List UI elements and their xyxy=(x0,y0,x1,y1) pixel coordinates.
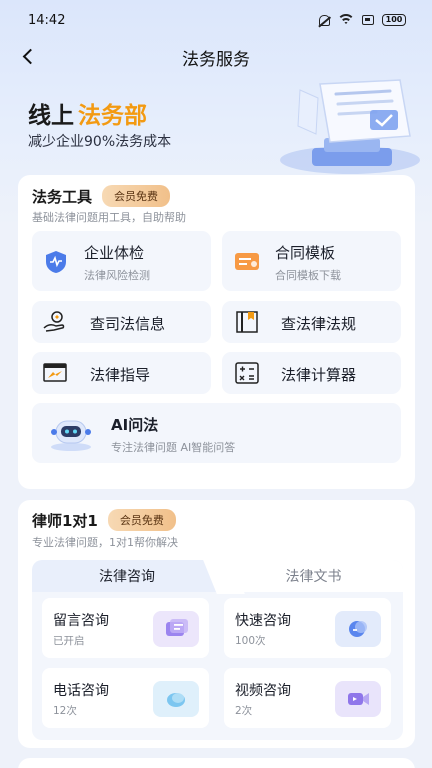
quick-consult-count: 100次 xyxy=(235,635,266,647)
legal-document-illustration xyxy=(272,76,422,176)
mute-bell-icon xyxy=(319,14,330,26)
message-consult-item[interactable]: 留言咨询 已开启 xyxy=(42,598,209,658)
contract-template-icon xyxy=(234,250,260,274)
laws-label: 查法律法规 xyxy=(281,315,357,333)
calculator-icon xyxy=(234,361,260,385)
laws-tile[interactable]: 查法律法规 xyxy=(222,301,401,343)
sim-icon xyxy=(362,15,374,25)
lawyer-header: 律师1对1 会员免费 xyxy=(32,509,176,531)
hand-coin-icon xyxy=(42,310,68,334)
legal-tools-header: 法务工具 会员免费 xyxy=(32,185,171,207)
ai-legal-qa-sub: 专注法律问题 AI智能问答 xyxy=(111,441,236,454)
video-consult-item[interactable]: 视频咨询 2次 xyxy=(224,668,391,728)
phone-icon xyxy=(153,681,199,717)
quick-consult-icon xyxy=(335,611,381,647)
contract-template-label: 合同模板 xyxy=(275,244,336,262)
next-section-card xyxy=(18,758,415,768)
legal-calculator-label: 法律计算器 xyxy=(281,366,357,384)
phone-consult-count: 12次 xyxy=(53,705,77,717)
nav-bar: 法务服务 xyxy=(0,40,432,72)
legal-guidance-tile[interactable]: 法律指导 xyxy=(32,352,211,394)
battery-icon: 100 xyxy=(382,14,406,26)
video-consult-count: 2次 xyxy=(235,705,253,717)
lawyer-one-on-one-card: 律师1对1 会员免费 专业法律问题，1对1帮你解决 法律咨询 法律文书 留言咨询… xyxy=(18,500,415,748)
banner-title: 线上 法务部 xyxy=(28,96,147,130)
member-free-badge: 会员免费 xyxy=(102,185,171,207)
shield-icon xyxy=(43,249,69,275)
wifi-icon xyxy=(338,14,354,26)
monitor-guidance-icon xyxy=(42,361,68,385)
quick-consult-item[interactable]: 快速咨询 100次 xyxy=(224,598,391,658)
banner-title-highlight: 法务部 xyxy=(78,103,147,129)
ai-robot-icon xyxy=(46,413,96,453)
tab-legal-documents-label: 法律文书 xyxy=(285,569,342,585)
message-consult-status: 已开启 xyxy=(53,635,85,647)
phone-consult-item[interactable]: 电话咨询 12次 xyxy=(42,668,209,728)
consult-tab-panel: 法律咨询 法律文书 留言咨询 已开启 快速咨询 100次 电话咨询 12次 视频… xyxy=(32,560,403,740)
phone-consult-label: 电话咨询 xyxy=(53,683,109,699)
judicial-info-label: 查司法信息 xyxy=(90,315,166,333)
legal-tools-description: 基础法律问题用工具，自助帮助 xyxy=(32,211,186,224)
law-book-icon xyxy=(234,310,260,334)
lawyer-description: 专业法律问题，1对1帮你解决 xyxy=(32,536,178,549)
legal-tools-card: 法务工具 会员免费 基础法律问题用工具，自助帮助 企业体检 法律风险检测 合同模… xyxy=(18,175,415,489)
message-consult-label: 留言咨询 xyxy=(53,613,109,629)
tab-legal-consult[interactable]: 法律咨询 xyxy=(32,560,222,592)
message-icon xyxy=(153,611,199,647)
status-time: 14:42 xyxy=(28,12,66,28)
ai-legal-qa-label: AI问法 xyxy=(111,416,159,434)
tab-legal-consult-label: 法律咨询 xyxy=(99,569,155,585)
quick-consult-label: 快速咨询 xyxy=(235,613,291,629)
banner-subtitle: 减少企业90%法务成本 xyxy=(28,134,172,150)
judicial-info-tile[interactable]: 查司法信息 xyxy=(32,301,211,343)
video-icon xyxy=(335,681,381,717)
video-consult-label: 视频咨询 xyxy=(235,683,291,699)
enterprise-check-tile[interactable]: 企业体检 法律风险检测 xyxy=(32,231,211,291)
contract-template-sub: 合同模板下载 xyxy=(275,269,341,282)
legal-guidance-label: 法律指导 xyxy=(90,366,151,384)
banner-title-plain: 线上 xyxy=(28,103,74,129)
tab-legal-documents[interactable]: 法律文书 xyxy=(224,560,403,592)
ai-legal-qa-tile[interactable]: AI问法 专注法律问题 AI智能问答 xyxy=(32,403,401,463)
status-bar: 14:42 100 xyxy=(0,0,432,40)
legal-tools-title: 法务工具 xyxy=(32,187,93,206)
lawyer-member-free-badge: 会员免费 xyxy=(107,509,176,531)
status-icons: 100 xyxy=(319,14,406,26)
lawyer-title: 律师1对1 xyxy=(32,511,98,530)
page-title: 法务服务 xyxy=(182,50,250,70)
contract-template-tile[interactable]: 合同模板 合同模板下载 xyxy=(222,231,401,291)
enterprise-check-label: 企业体检 xyxy=(84,244,145,262)
legal-calculator-tile[interactable]: 法律计算器 xyxy=(222,352,401,394)
enterprise-check-sub: 法律风险检测 xyxy=(84,269,150,282)
